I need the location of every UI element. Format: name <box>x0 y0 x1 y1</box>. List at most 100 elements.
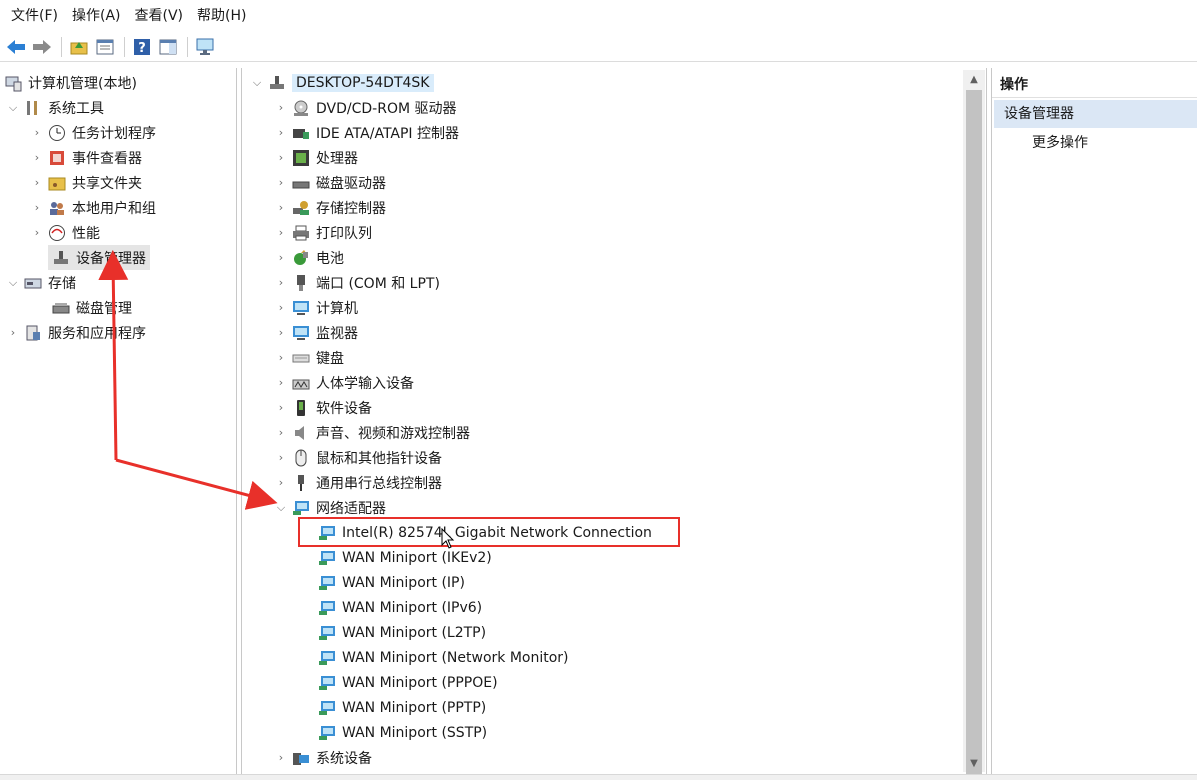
back-arrow-icon[interactable] <box>4 35 28 59</box>
chevron-right-icon[interactable]: › <box>274 176 288 190</box>
category-print-queue[interactable]: › 打印队列 <box>274 220 372 245</box>
category-ports[interactable]: › 端口 (COM 和 LPT) <box>274 270 440 295</box>
chevron-right-icon[interactable]: › <box>30 176 44 190</box>
tree-item-label: 磁盘管理 <box>76 300 132 317</box>
chevron-right-icon[interactable]: › <box>30 226 44 240</box>
menu-view[interactable]: 查看(V) <box>128 0 191 32</box>
category-battery[interactable]: › 电池 <box>274 245 344 270</box>
chevron-right-icon[interactable]: › <box>274 226 288 240</box>
device-tree-scrollbar[interactable]: ▲ ▼ <box>963 70 985 778</box>
menu-file[interactable]: 文件(F) <box>4 0 65 32</box>
forward-arrow-icon[interactable] <box>30 35 54 59</box>
category-ide[interactable]: › IDE ATA/ATAPI 控制器 <box>274 120 459 145</box>
tree-item-disk-management[interactable]: 磁盘管理 <box>48 295 132 320</box>
chevron-right-icon[interactable]: › <box>274 301 288 315</box>
scroll-down-icon[interactable]: ▼ <box>963 754 985 772</box>
network-adapter-item[interactable]: WAN Miniport (IKEv2) <box>318 545 492 570</box>
network-adapter-item[interactable]: WAN Miniport (IPv6) <box>318 595 482 620</box>
chevron-down-icon[interactable]: ⌵ <box>250 76 264 90</box>
usb-icon <box>298 474 304 491</box>
properties-icon[interactable] <box>93 35 117 59</box>
chevron-right-icon[interactable]: › <box>274 451 288 465</box>
category-software-devices[interactable]: › 软件设备 <box>274 395 372 420</box>
shared-folder-icon <box>48 177 66 190</box>
chevron-right-icon[interactable]: › <box>30 126 44 140</box>
tree-item-label: 系统工具 <box>48 100 104 117</box>
tree-item-shared-folders[interactable]: › 共享文件夹 <box>30 170 142 195</box>
actions-section-device-manager[interactable]: 设备管理器 <box>994 100 1197 128</box>
network-adapter-item[interactable]: WAN Miniport (PPPOE) <box>318 670 498 695</box>
tools-icon <box>27 100 37 115</box>
chevron-right-icon[interactable]: › <box>274 276 288 290</box>
chevron-right-icon[interactable]: › <box>274 751 288 765</box>
tree-item-storage[interactable]: ⌵ 存储 <box>6 270 76 295</box>
scroll-up-icon[interactable]: ▲ <box>963 70 985 88</box>
chevron-right-icon[interactable]: › <box>30 151 44 165</box>
category-computer[interactable]: › 计算机 <box>274 295 358 320</box>
category-label: 打印队列 <box>316 225 372 242</box>
scrollbar-thumb[interactable] <box>966 90 982 778</box>
category-storage-controller[interactable]: › 存储控制器 <box>274 195 386 220</box>
chevron-down-icon[interactable]: ⌵ <box>6 276 20 290</box>
chevron-right-icon[interactable]: › <box>274 376 288 390</box>
menu-help[interactable]: 帮助(H) <box>190 0 253 32</box>
help-icon[interactable]: ? <box>130 35 154 59</box>
chevron-right-icon[interactable]: › <box>274 201 288 215</box>
folder-up-icon[interactable] <box>67 35 91 59</box>
chevron-right-icon[interactable]: › <box>274 476 288 490</box>
chevron-right-icon[interactable]: › <box>274 126 288 140</box>
category-label: 网络适配器 <box>316 500 386 517</box>
category-label: 存储控制器 <box>316 200 386 217</box>
chevron-right-icon[interactable]: › <box>274 426 288 440</box>
performance-icon <box>49 224 65 241</box>
monitor-icon[interactable] <box>193 35 217 59</box>
tree-item-event-viewer[interactable]: › 事件查看器 <box>30 145 142 170</box>
more-actions-link[interactable]: 更多操作 <box>1032 132 1088 152</box>
printer-icon <box>293 225 309 240</box>
category-mice[interactable]: › 鼠标和其他指针设备 <box>274 445 442 470</box>
category-dvd[interactable]: › DVD/CD-ROM 驱动器 <box>274 95 457 120</box>
tree-item-device-manager[interactable]: 设备管理器 <box>48 245 150 270</box>
chevron-down-icon[interactable]: ⌵ <box>274 501 288 515</box>
chevron-right-icon[interactable]: › <box>274 351 288 365</box>
category-sound[interactable]: › 声音、视频和游戏控制器 <box>274 420 470 445</box>
category-hid[interactable]: › 人体学输入设备 <box>274 370 414 395</box>
network-adapter-item[interactable]: WAN Miniport (L2TP) <box>318 620 486 645</box>
category-monitors[interactable]: › 监视器 <box>274 320 358 345</box>
network-adapter-item[interactable]: WAN Miniport (SSTP) <box>318 720 487 745</box>
category-system-devices[interactable]: › 系统设备 <box>274 745 372 770</box>
network-adapter-item[interactable]: WAN Miniport (Network Monitor) <box>318 645 569 670</box>
hid-icon <box>292 379 310 389</box>
network-adapter-label: WAN Miniport (SSTP) <box>342 724 488 741</box>
tree-item-label: 设备管理器 <box>76 250 146 267</box>
tree-item-local-users[interactable]: › 本地用户和组 <box>30 195 156 220</box>
tree-item-services-apps[interactable]: › 服务和应用程序 <box>6 320 146 345</box>
category-keyboards[interactable]: › 键盘 <box>274 345 344 370</box>
chevron-right-icon[interactable]: › <box>274 401 288 415</box>
tree-item-performance[interactable]: › 性能 <box>30 220 100 245</box>
category-usb[interactable]: › 通用串行总线控制器 <box>274 470 442 495</box>
chevron-right-icon[interactable]: › <box>274 326 288 340</box>
tree-item-system-tools[interactable]: ⌵ 系统工具 <box>6 95 104 120</box>
tree-item-label: 性能 <box>72 225 100 242</box>
chevron-down-icon[interactable]: ⌵ <box>6 101 20 115</box>
tree-item-label: 服务和应用程序 <box>48 325 146 342</box>
category-label: 通用串行总线控制器 <box>316 475 442 492</box>
chevron-right-icon[interactable]: › <box>274 251 288 265</box>
network-adapter-item[interactable]: WAN Miniport (PPTP) <box>318 695 486 720</box>
toolbar: ? <box>0 32 1197 62</box>
computer-management-icon <box>5 76 22 91</box>
toolbar-separator <box>124 36 125 57</box>
chevron-right-icon[interactable]: › <box>274 151 288 165</box>
show-hide-icon[interactable] <box>156 35 180 59</box>
chevron-right-icon[interactable]: › <box>274 101 288 115</box>
tree-root[interactable]: 计算机管理(本地) <box>4 70 137 95</box>
device-root[interactable]: ⌵ DESKTOP-54DT4SK <box>250 70 434 95</box>
tree-item-task-scheduler[interactable]: › 任务计划程序 <box>30 120 156 145</box>
category-disk[interactable]: › 磁盘驱动器 <box>274 170 386 195</box>
network-adapter-item[interactable]: WAN Miniport (IP) <box>318 570 465 595</box>
chevron-right-icon[interactable]: › <box>30 201 44 215</box>
menu-action[interactable]: 操作(A) <box>65 0 128 32</box>
chevron-right-icon[interactable]: › <box>6 326 20 340</box>
category-cpu[interactable]: › 处理器 <box>274 145 358 170</box>
